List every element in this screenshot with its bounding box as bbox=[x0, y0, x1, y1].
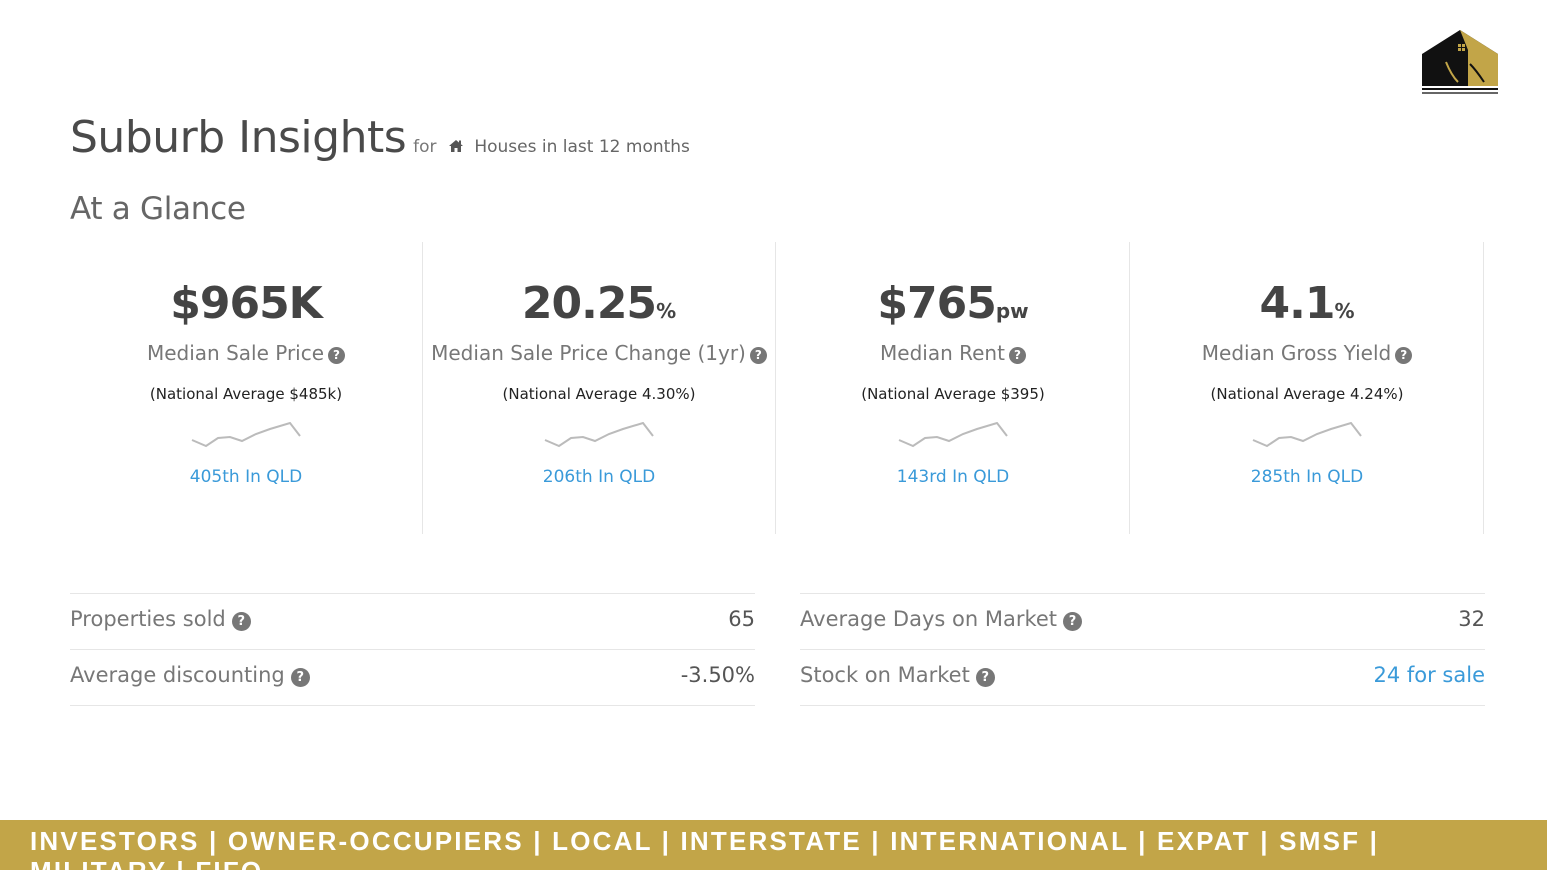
stat-rank-link[interactable]: 285th In QLD bbox=[1131, 467, 1483, 487]
stat-note: (National Average 4.24%) bbox=[1210, 385, 1404, 403]
metric-value: 65 bbox=[728, 607, 755, 631]
help-icon[interactable]: ? bbox=[328, 347, 346, 364]
help-icon[interactable]: ? bbox=[1395, 347, 1413, 364]
help-icon[interactable]: ? bbox=[290, 668, 310, 687]
help-icon[interactable]: ? bbox=[1008, 347, 1026, 364]
help-icon[interactable]: ? bbox=[975, 668, 995, 687]
stat-value: $965K bbox=[170, 278, 323, 329]
stat-rank-link[interactable]: 405th In QLD bbox=[70, 467, 422, 487]
title-row: Suburb Insights for Houses in last 12 mo… bbox=[70, 112, 690, 163]
metric-row-average-days-on-market: Average Days on Market? 32 bbox=[800, 593, 1485, 649]
page-subtitle: for Houses in last 12 months bbox=[413, 137, 690, 157]
help-icon[interactable]: ? bbox=[749, 347, 767, 364]
stat-value: 20.25% bbox=[521, 278, 677, 329]
stats-grid: $965K Median Sale Price? (National Avera… bbox=[70, 242, 1485, 534]
help-icon[interactable]: ? bbox=[231, 612, 251, 631]
stat-rank-link[interactable]: 206th In QLD bbox=[423, 467, 775, 487]
metric-label: Stock on Market? bbox=[800, 663, 995, 687]
stat-label: Median Sale Price? bbox=[70, 341, 422, 365]
subtitle-for: for bbox=[413, 137, 437, 157]
metric-label: Average discounting? bbox=[70, 663, 310, 687]
stat-note: (National Average $485k) bbox=[149, 385, 343, 403]
stat-unit: % bbox=[1334, 299, 1355, 323]
metric-row-properties-sold: Properties sold? 65 bbox=[70, 593, 755, 649]
metric-value: -3.50% bbox=[680, 663, 755, 687]
stat-median-sale-price: $965K Median Sale Price? (National Avera… bbox=[70, 242, 423, 534]
stat-median-gross-yield: 4.1% Median Gross Yield? (National Avera… bbox=[1131, 242, 1484, 534]
help-icon[interactable]: ? bbox=[1063, 612, 1083, 631]
sparkline-chart bbox=[898, 422, 1008, 448]
stat-unit: pw bbox=[995, 299, 1029, 323]
section-title: At a Glance bbox=[70, 191, 246, 227]
stat-note: (National Average $395) bbox=[861, 385, 1045, 403]
metrics-right-table: Average Days on Market? 32 Stock on Mark… bbox=[800, 593, 1485, 706]
metrics-left-table: Properties sold? 65 Average discounting?… bbox=[70, 593, 755, 706]
stat-median-sale-price-change: 20.25% Median Sale Price Change (1yr)? (… bbox=[423, 242, 776, 534]
metric-row-average-discounting: Average discounting? -3.50% bbox=[70, 649, 755, 706]
stat-label: Median Sale Price Change (1yr)? bbox=[423, 341, 775, 365]
metric-label: Properties sold? bbox=[70, 607, 251, 631]
stat-rank-link[interactable]: 143rd In QLD bbox=[777, 467, 1129, 487]
stat-median-rent: $765pw Median Rent? (National Average $3… bbox=[777, 242, 1130, 534]
sparkline-chart bbox=[1252, 422, 1362, 448]
home-icon bbox=[448, 140, 463, 152]
sparkline-chart bbox=[191, 422, 301, 448]
stat-value: $765pw bbox=[877, 278, 1029, 329]
page-title: Suburb Insights bbox=[70, 112, 407, 163]
you-and-me-logo bbox=[1422, 30, 1498, 94]
stat-note: (National Average 4.30%) bbox=[502, 385, 696, 403]
subtitle-text: Houses in last 12 months bbox=[474, 137, 690, 157]
footer-banner: INVESTORS | OWNER-OCCUPIERS | LOCAL | IN… bbox=[0, 820, 1547, 870]
stat-value: 4.1% bbox=[1259, 278, 1355, 329]
metric-label: Average Days on Market? bbox=[800, 607, 1083, 631]
stat-label: Median Rent? bbox=[777, 341, 1129, 365]
metric-row-stock-on-market: Stock on Market? 24 for sale bbox=[800, 649, 1485, 706]
page: Suburb Insights for Houses in last 12 mo… bbox=[0, 0, 1547, 870]
metric-value: 32 bbox=[1458, 607, 1485, 631]
stock-for-sale-link[interactable]: 24 for sale bbox=[1373, 663, 1485, 687]
stat-unit: % bbox=[656, 299, 677, 323]
stat-label: Median Gross Yield? bbox=[1131, 341, 1483, 365]
sparkline-chart bbox=[544, 422, 654, 448]
footer-text: INVESTORS | OWNER-OCCUPIERS | LOCAL | IN… bbox=[30, 826, 1380, 870]
